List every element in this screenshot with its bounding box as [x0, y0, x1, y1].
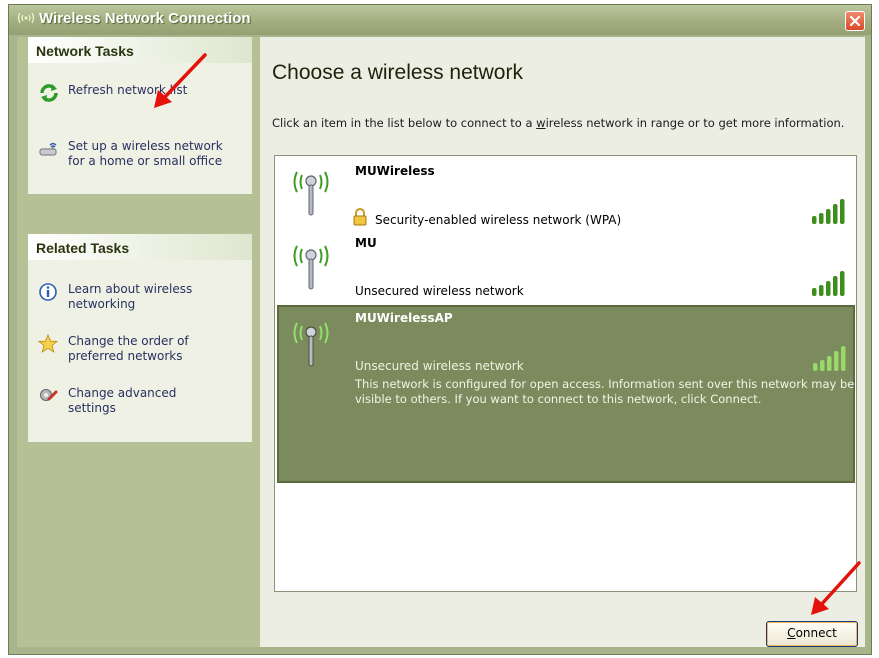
wireless-antenna-icon	[293, 322, 329, 367]
wireless-antenna-icon	[293, 171, 329, 216]
change-order-label: Change the order of preferred networks	[68, 334, 189, 363]
settings-icon	[40, 389, 58, 401]
network-item-muwirelessap[interactable]: MUWirelessAP Unsecured wireless network …	[277, 305, 855, 483]
annotation-arrow-icon	[811, 561, 861, 615]
signal-strength-icon	[812, 271, 845, 296]
connect-button[interactable]: Connect	[766, 621, 858, 647]
info-icon	[39, 283, 57, 301]
task-pane: Network Tasks Refresh network list Set u…	[17, 37, 260, 647]
network-item-mu[interactable]: MU Unsecured wireless network	[279, 232, 852, 304]
network-security-text: Unsecured wireless network	[355, 359, 524, 373]
instructions-text: Click an item in the list below to conne…	[272, 116, 857, 130]
wireless-network-window: Wireless Network Connection Network Task…	[8, 4, 872, 655]
network-name: MU	[355, 236, 377, 250]
connect-label: onnect	[795, 626, 837, 640]
instructions-accelerator: w	[536, 116, 546, 130]
wireless-antenna-icon	[293, 245, 329, 290]
main-pane: Choose a wireless network Click an item …	[260, 37, 865, 647]
network-tasks-title: Network Tasks	[36, 43, 134, 59]
network-security-text: Security-enabled wireless network (WPA)	[375, 213, 622, 227]
wireless-setup-icon	[39, 142, 57, 156]
network-tasks-header[interactable]: Network Tasks	[28, 37, 252, 63]
related-tasks-header[interactable]: Related Tasks	[28, 234, 252, 260]
window-title: Wireless Network Connection	[39, 10, 251, 27]
instructions-part-1: Click an item in the list below to conne…	[272, 116, 537, 130]
related-tasks-title: Related Tasks	[36, 240, 130, 256]
connect-accelerator: C	[787, 626, 796, 640]
related-tasks-panel: Related Tasks Learn about wireless netwo…	[28, 234, 252, 442]
close-icon	[849, 15, 861, 27]
title-bar[interactable]: Wireless Network Connection	[9, 5, 871, 35]
refresh-icon	[40, 84, 58, 102]
lock-icon	[353, 208, 367, 226]
close-button[interactable]	[845, 11, 865, 31]
signal-strength-icon	[812, 199, 845, 224]
annotation-arrow-icon	[154, 53, 207, 108]
page-title: Choose a wireless network	[272, 61, 523, 84]
network-name: MUWireless	[355, 164, 435, 178]
instructions-part-2: ireless network in range or to get more …	[545, 116, 845, 130]
learn-wireless-label: Learn about wireless networking	[68, 282, 193, 311]
network-security-text: Unsecured wireless network	[355, 284, 524, 298]
network-tasks-panel: Network Tasks Refresh network list Set u…	[28, 37, 252, 194]
change-advanced-settings-label: Change advanced settings	[68, 386, 177, 415]
wireless-signal-icon	[17, 12, 35, 24]
setup-wireless-network-label: Set up a wireless network for a home or …	[68, 139, 223, 168]
star-icon	[38, 334, 59, 353]
signal-strength-icon	[813, 346, 846, 371]
network-detail-text: This network is configured for open acce…	[355, 377, 855, 406]
network-list[interactable]: MUWireless Security-enabled wireless net…	[274, 155, 857, 592]
network-name: MUWirelessAP	[355, 311, 453, 325]
network-item-muwireless[interactable]: MUWireless Security-enabled wireless net…	[279, 158, 852, 230]
